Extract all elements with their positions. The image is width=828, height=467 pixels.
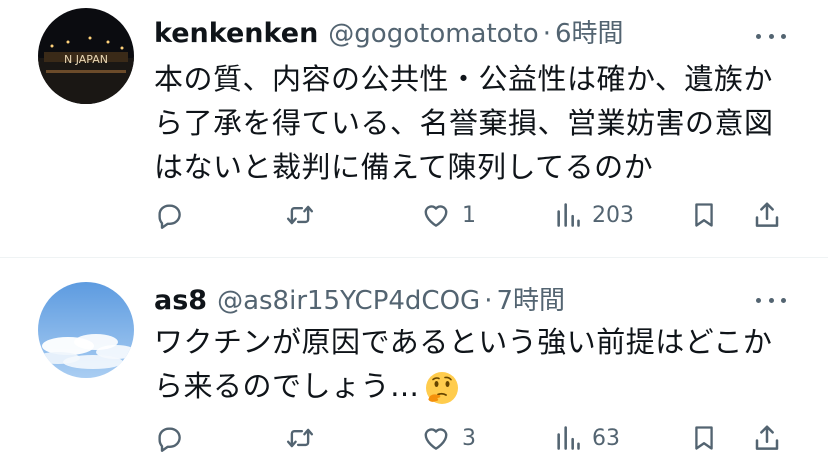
views-button[interactable]: 63	[554, 416, 620, 460]
reply-icon	[158, 427, 181, 452]
retweet-icon	[286, 428, 314, 448]
reply-text: 本の質、内容の公共性・公益性は確か、遺族から了承を得ている、名誉棄損、営業妨害の…	[154, 62, 774, 184]
reply-button[interactable]	[154, 416, 184, 460]
view-count: 203	[592, 202, 634, 228]
reply-tweet[interactable]: as8 @as8ir15YCP4dCOG · 7時間 ワクチンが原因であるという…	[0, 258, 828, 467]
timestamp[interactable]: 6時間	[555, 13, 624, 50]
reply-text: ワクチンが原因であるという強い前提はどこから来るのでしょう…	[154, 325, 773, 403]
avatar-sign: N JAPAN	[64, 53, 108, 66]
views-icon	[557, 426, 580, 450]
share-button[interactable]	[752, 416, 782, 460]
reply-button[interactable]	[154, 193, 184, 237]
user-handle[interactable]: @gogotomatoto	[328, 19, 538, 49]
views-button[interactable]: 203	[554, 193, 634, 237]
bookmark-button[interactable]	[690, 416, 718, 460]
like-button[interactable]: 1	[420, 193, 476, 237]
bookmark-icon	[695, 426, 713, 450]
avatar[interactable]	[38, 282, 134, 378]
display-name[interactable]: kenkenken	[154, 18, 318, 49]
reply-tweet[interactable]: N JAPAN kenkenken @gogotomatoto · 6時間 本の…	[0, 0, 828, 257]
action-bar: 3 63	[154, 416, 794, 460]
timestamp[interactable]: 7時間	[496, 280, 565, 317]
separator-dot: ·	[542, 19, 551, 49]
retweet-button[interactable]	[284, 416, 316, 460]
like-button[interactable]: 3	[420, 416, 476, 460]
view-count: 63	[592, 425, 620, 451]
reply-text-container: ワクチンが原因であるという強い前提はどこから来るのでしょう…	[154, 320, 794, 408]
reply-header: kenkenken @gogotomatoto · 6時間	[154, 13, 624, 53]
more-icon[interactable]	[756, 24, 786, 48]
action-bar: 1 203	[154, 193, 794, 237]
reply-icon	[158, 204, 181, 229]
heart-icon	[424, 428, 448, 450]
bookmark-icon	[695, 203, 713, 227]
retweet-button[interactable]	[284, 193, 316, 237]
views-icon	[557, 203, 580, 227]
more-icon[interactable]	[756, 288, 786, 312]
display-name[interactable]: as8	[154, 285, 207, 316]
thinking-face-emoji	[425, 372, 458, 404]
share-icon	[755, 425, 779, 450]
user-handle[interactable]: @as8ir15YCP4dCOG	[217, 286, 480, 316]
share-button[interactable]	[752, 193, 782, 237]
heart-icon	[424, 205, 448, 227]
avatar[interactable]: N JAPAN	[38, 8, 134, 104]
separator-dot: ·	[484, 286, 493, 316]
like-count: 3	[462, 425, 476, 451]
reply-header: as8 @as8ir15YCP4dCOG · 7時間	[154, 280, 565, 320]
like-count: 1	[462, 202, 476, 228]
bookmark-button[interactable]	[690, 193, 718, 237]
share-icon	[755, 202, 779, 227]
retweet-icon	[286, 205, 314, 225]
